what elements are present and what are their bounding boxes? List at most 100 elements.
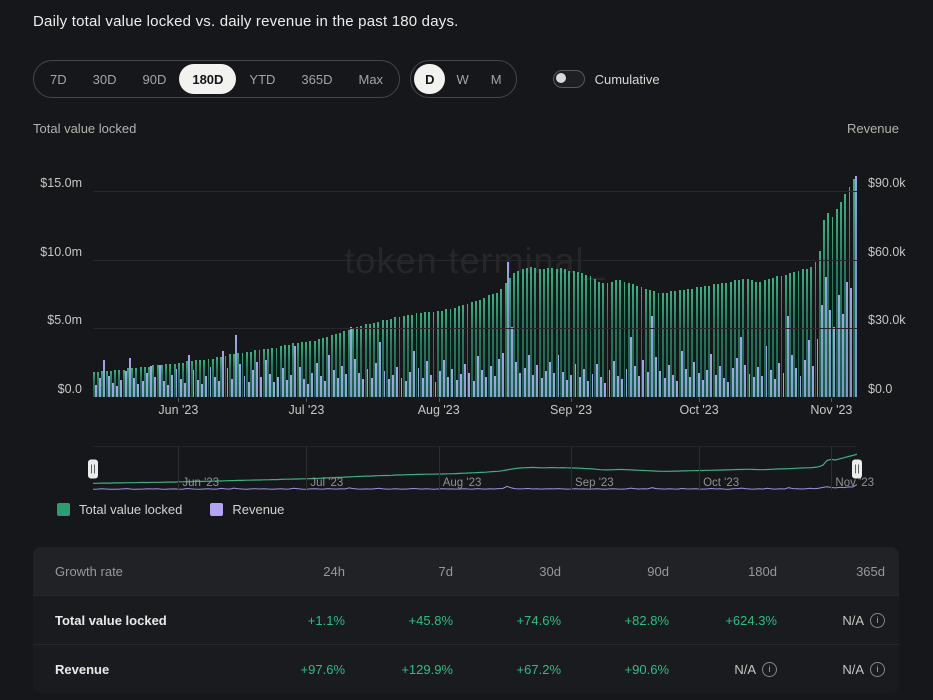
x-axis-tick-mark bbox=[699, 398, 700, 402]
range-button-180d[interactable]: 180D bbox=[179, 64, 236, 94]
left-axis-title: Total value locked bbox=[33, 121, 136, 136]
toggle-knob-icon bbox=[556, 73, 566, 83]
page: { "title": "Daily total value locked vs.… bbox=[0, 0, 933, 700]
row-label: Revenue bbox=[33, 662, 251, 677]
info-icon[interactable]: i bbox=[870, 662, 885, 677]
minimap-month-label: Aug '23 bbox=[443, 477, 482, 489]
revenue-bar bbox=[855, 176, 857, 397]
table-header-row: Growth rate24h7d30d90d180d365d bbox=[33, 547, 899, 595]
y-axis-tick-right: $90.0k bbox=[857, 176, 906, 190]
table-header-cell: 30d bbox=[467, 564, 575, 579]
gridline bbox=[93, 328, 857, 329]
range-button-max[interactable]: Max bbox=[346, 64, 397, 94]
growth-value-cell: N/Ai bbox=[683, 662, 791, 677]
minimap-gridline bbox=[831, 447, 832, 491]
table-row: Revenue+97.6%+129.9%+67.2%+90.6%N/AiN/Ai bbox=[33, 644, 899, 693]
x-axis-tick-mark bbox=[571, 398, 572, 402]
tvl-bar bbox=[564, 269, 566, 397]
x-axis-tick-mark bbox=[439, 398, 440, 402]
chart-legend: Total value locked Revenue bbox=[57, 502, 284, 517]
legend-label: Total value locked bbox=[79, 502, 182, 517]
legend-swatch bbox=[57, 503, 70, 516]
x-axis-tick-mark bbox=[831, 398, 832, 402]
table-header-cell: 180d bbox=[683, 564, 791, 579]
x-axis-tick: Oct '23 bbox=[679, 403, 718, 417]
y-axis-tick-right: $0.0 bbox=[857, 382, 892, 396]
na-value: N/Ai bbox=[842, 662, 885, 677]
growth-value-cell: +97.6% bbox=[251, 662, 359, 677]
frequency-button-m[interactable]: M bbox=[480, 64, 513, 94]
range-button-7d[interactable]: 7D bbox=[37, 64, 80, 94]
time-range-group: 7D30D90D180DYTD365DMax bbox=[33, 60, 400, 98]
range-button-30d[interactable]: 30D bbox=[80, 64, 130, 94]
frequency-button-d[interactable]: D bbox=[414, 64, 445, 94]
growth-value-cell: +74.6% bbox=[467, 613, 575, 628]
brush-handle-left[interactable] bbox=[88, 460, 98, 479]
minimap-gridline bbox=[439, 447, 440, 491]
x-axis-tick-mark bbox=[306, 398, 307, 402]
range-button-ytd[interactable]: YTD bbox=[236, 64, 288, 94]
info-icon[interactable]: i bbox=[762, 662, 777, 677]
frequency-button-w[interactable]: W bbox=[445, 64, 479, 94]
y-axis-tick-left: $10.0m bbox=[40, 245, 93, 259]
x-axis-tick: Sep '23 bbox=[550, 403, 592, 417]
table-header-cell: Growth rate bbox=[33, 564, 251, 579]
minimap-month-label: Jun '23 bbox=[182, 477, 219, 489]
gridline bbox=[93, 191, 857, 192]
minimap-gridline bbox=[571, 447, 572, 491]
growth-value-cell: N/Ai bbox=[791, 662, 899, 677]
table-header-cell: 24h bbox=[251, 564, 359, 579]
y-axis-tick-left: $0.0 bbox=[58, 382, 93, 396]
x-axis-tick: Nov '23 bbox=[810, 403, 852, 417]
range-button-90d[interactable]: 90D bbox=[129, 64, 179, 94]
x-axis-tick: Jul '23 bbox=[289, 403, 325, 417]
frequency-group: DWM bbox=[410, 60, 517, 98]
tvl-bar bbox=[585, 275, 587, 397]
cumulative-toggle[interactable] bbox=[553, 70, 585, 88]
growth-value-cell: +67.2% bbox=[467, 662, 575, 677]
legend-item-total-value-locked[interactable]: Total value locked bbox=[57, 502, 182, 517]
minimap-gridline bbox=[178, 447, 179, 491]
growth-value-cell: +1.1% bbox=[251, 613, 359, 628]
legend-label: Revenue bbox=[232, 502, 284, 517]
minimap-gridline bbox=[306, 447, 307, 491]
y-axis-tick-left: $15.0m bbox=[40, 176, 93, 190]
growth-value-cell: +624.3% bbox=[683, 613, 791, 628]
growth-value-cell: +129.9% bbox=[359, 662, 467, 677]
cumulative-toggle-wrap: Cumulative bbox=[553, 70, 660, 88]
legend-swatch bbox=[210, 503, 223, 516]
table-header-cell: 7d bbox=[359, 564, 467, 579]
growth-rate-table: Growth rate24h7d30d90d180d365dTotal valu… bbox=[33, 547, 899, 693]
growth-value-cell: N/Ai bbox=[791, 613, 899, 628]
chart-bars-layer[interactable] bbox=[93, 160, 857, 397]
axis-titles-row: Total value locked Revenue bbox=[33, 121, 899, 136]
tvl-bar bbox=[602, 283, 604, 397]
legend-item-revenue[interactable]: Revenue bbox=[210, 502, 284, 517]
main-chart: token terminal_ $15.0m$10.0m$5.0m$0.0$90… bbox=[93, 160, 857, 397]
page-title: Daily total value locked vs. daily reven… bbox=[33, 13, 459, 30]
y-axis-tick-right: $60.0k bbox=[857, 245, 906, 259]
minimap-brush[interactable]: Jun '23Jul '23Aug '23Sep '23Oct '23Nov '… bbox=[93, 446, 857, 491]
growth-value-cell: +45.8% bbox=[359, 613, 467, 628]
minimap-month-label: Sep '23 bbox=[575, 477, 614, 489]
y-axis-tick-right: $30.0k bbox=[857, 313, 906, 327]
table-row: Total value locked+1.1%+45.8%+74.6%+82.8… bbox=[33, 595, 899, 644]
right-axis-title: Revenue bbox=[847, 121, 899, 136]
x-axis-tick: Jun '23 bbox=[158, 403, 198, 417]
brush-handle-right[interactable] bbox=[852, 460, 862, 479]
range-button-365d[interactable]: 365D bbox=[288, 64, 345, 94]
info-icon[interactable]: i bbox=[870, 613, 885, 628]
minimap-month-label: Jul '23 bbox=[310, 477, 343, 489]
table-header-cell: 90d bbox=[575, 564, 683, 579]
minimap-gridline bbox=[699, 447, 700, 491]
gridline bbox=[93, 260, 857, 261]
table-header-cell: 365d bbox=[791, 564, 899, 579]
growth-value-cell: +90.6% bbox=[575, 662, 683, 677]
y-axis-tick-left: $5.0m bbox=[47, 313, 93, 327]
x-axis-tick: Aug '23 bbox=[418, 403, 460, 417]
minimap-month-label: Nov '23 bbox=[835, 477, 874, 489]
row-label: Total value locked bbox=[33, 613, 251, 628]
minimap-month-label: Oct '23 bbox=[703, 477, 739, 489]
growth-value-cell: +82.8% bbox=[575, 613, 683, 628]
cumulative-label: Cumulative bbox=[595, 72, 660, 87]
